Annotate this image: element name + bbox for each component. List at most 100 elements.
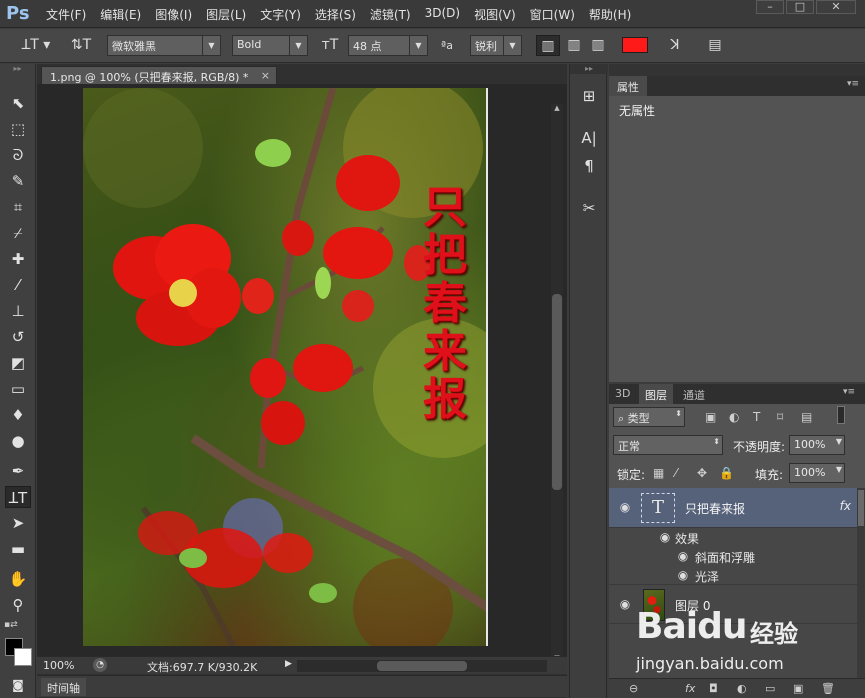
menu-image[interactable]: 图像(I)	[155, 6, 192, 23]
tab-layers[interactable]: 图层	[639, 384, 673, 404]
new-group-icon[interactable]: ▭	[765, 682, 775, 695]
eyedropper-tool-icon[interactable]: ⌿	[5, 222, 31, 244]
rectangle-tool-icon[interactable]: ▬	[5, 538, 31, 560]
type-tool-preset-icon[interactable]: ꓕT ▾	[16, 35, 56, 56]
visibility-eye-icon[interactable]: ◉	[617, 500, 633, 514]
panel-menu-icon[interactable]: ▾≡	[837, 384, 861, 404]
brush-tool-icon[interactable]: ⁄	[5, 274, 31, 296]
move-tool-icon[interactable]: ⬉	[5, 92, 31, 114]
delete-layer-icon[interactable]: 🗑	[821, 682, 835, 695]
layer-name[interactable]: 只把春来报	[685, 500, 745, 517]
pen-tool-icon[interactable]: ✒	[5, 460, 31, 482]
visibility-eye-icon[interactable]: ◉	[675, 549, 691, 563]
tool-presets-icon[interactable]: ✂	[576, 196, 602, 220]
adjustment-layer-icon[interactable]: ◐	[737, 682, 747, 695]
align-center-icon[interactable]: ▥	[562, 35, 586, 56]
paragraph-panel-icon[interactable]: ¶	[576, 154, 602, 178]
menu-filter[interactable]: 滤镜(T)	[370, 6, 411, 23]
font-family-select[interactable]: 微软雅黑 ▼	[107, 35, 221, 56]
share-icon[interactable]: ◔	[93, 658, 107, 672]
layer-name[interactable]: 图层 0	[675, 597, 710, 614]
character-panel-icon[interactable]: ▤	[704, 35, 726, 56]
align-right-icon[interactable]: ▥	[586, 35, 610, 56]
effects-row[interactable]: ◉ 效果	[609, 528, 857, 547]
lock-transparent-icon[interactable]: ▦	[653, 466, 664, 480]
filter-shape-icon[interactable]: ⌑	[777, 410, 783, 424]
type-tool-icon[interactable]: ꓕT	[5, 486, 31, 508]
effect-row-satin[interactable]: ◉ 光泽	[609, 566, 857, 585]
timeline-tab[interactable]: 时间轴	[41, 678, 86, 696]
filter-adjustment-icon[interactable]: ◐	[729, 410, 739, 424]
menu-view[interactable]: 视图(V)	[474, 6, 516, 23]
link-layers-icon[interactable]: ⊖	[629, 682, 638, 695]
opacity-field[interactable]: 100% ▼	[789, 435, 845, 455]
tab-3d[interactable]: 3D	[609, 384, 636, 404]
dodge-tool-icon[interactable]: ●	[5, 430, 31, 452]
zoom-tool-icon[interactable]: ⚲	[5, 594, 31, 616]
text-color-swatch[interactable]	[622, 37, 648, 53]
default-colors-icon[interactable]: ▪⇄	[4, 620, 18, 630]
layer-filter-select[interactable]: ⌕ 类型 ⬍	[613, 407, 685, 427]
menu-window[interactable]: 窗口(W)	[530, 6, 575, 23]
align-left-icon[interactable]: ▥	[536, 35, 560, 56]
properties-tab[interactable]: 属性	[609, 76, 647, 96]
background-color-swatch[interactable]	[14, 648, 32, 666]
gradient-tool-icon[interactable]: ▭	[5, 378, 31, 400]
minimize-button[interactable]: –	[756, 0, 784, 14]
layer-list-scrollbar[interactable]	[857, 488, 865, 678]
effect-row-bevel[interactable]: ◉ 斜面和浮雕	[609, 547, 857, 566]
canvas-vertical-text[interactable]: 只把春来报	[420, 184, 470, 424]
blur-tool-icon[interactable]: ♦	[5, 404, 31, 426]
clone-stamp-tool-icon[interactable]: ⊥	[5, 300, 31, 322]
character-panel-icon[interactable]: A|	[576, 126, 602, 150]
zoom-level[interactable]: 100%	[43, 659, 74, 672]
menu-help[interactable]: 帮助(H)	[589, 6, 631, 23]
scroll-up-icon[interactable]: ▲	[551, 104, 563, 114]
font-size-select[interactable]: 48 点 ▼	[348, 35, 428, 56]
menu-type[interactable]: 文字(Y)	[260, 6, 301, 23]
maximize-button[interactable]: □	[786, 0, 814, 14]
panel-grip-bar[interactable]	[609, 64, 865, 76]
tab-channels[interactable]: 通道	[677, 384, 711, 404]
lock-paint-icon[interactable]: ⁄	[675, 466, 677, 480]
vertical-scrollbar[interactable]: ▲ ▼	[551, 104, 563, 664]
quick-select-tool-icon[interactable]: ✎	[5, 170, 31, 192]
quick-mask-icon[interactable]: ◙	[5, 674, 31, 696]
visibility-eye-icon[interactable]: ◉	[657, 530, 673, 544]
lasso-tool-icon[interactable]: ᘐ	[5, 144, 31, 166]
blend-mode-select[interactable]: 正常 ⬍	[613, 435, 723, 455]
crop-tool-icon[interactable]: ⌗	[5, 196, 31, 218]
lock-position-icon[interactable]: ✥	[697, 466, 707, 480]
healing-brush-tool-icon[interactable]: ✚	[5, 248, 31, 270]
close-button[interactable]: ✕	[816, 0, 856, 14]
layer-row-text[interactable]: ◉ T 只把春来报 fx	[609, 488, 857, 528]
close-tab-icon[interactable]: ×	[261, 69, 270, 82]
layer-row-image[interactable]: ◉ 图层 0	[609, 584, 857, 624]
hand-tool-icon[interactable]: ✋	[5, 568, 31, 590]
marquee-tool-icon[interactable]: ⬚	[5, 118, 31, 140]
panel-grip-icon[interactable]: ▸▸	[0, 64, 35, 74]
canvas-background[interactable]: 只把春来报 ▲ ▼	[37, 84, 567, 664]
filter-pixel-icon[interactable]: ▣	[705, 410, 716, 424]
history-panel-icon[interactable]: ⊞	[576, 84, 602, 108]
layer-list-scroll-thumb[interactable]	[858, 490, 864, 526]
filter-type-icon[interactable]: T	[753, 410, 760, 424]
fill-field[interactable]: 100% ▼	[789, 463, 845, 483]
menu-select[interactable]: 选择(S)	[315, 6, 356, 23]
status-menu-arrow-icon[interactable]: ▶	[285, 659, 292, 669]
add-mask-icon[interactable]: ◘	[709, 682, 718, 695]
menu-layer[interactable]: 图层(L)	[206, 6, 246, 23]
horizontal-scroll-thumb[interactable]	[377, 661, 467, 671]
history-brush-tool-icon[interactable]: ↺	[5, 326, 31, 348]
new-layer-icon[interactable]: ▣	[793, 682, 803, 695]
document-tab[interactable]: 1.png @ 100% (只把春来报, RGB/8) * ×	[41, 66, 277, 84]
canvas-image[interactable]: 只把春来报	[83, 88, 488, 646]
warp-text-icon[interactable]: ꓘ	[664, 35, 686, 56]
toggle-text-orientation-icon[interactable]: ⇅T	[70, 35, 92, 56]
lock-all-icon[interactable]: 🔒	[719, 466, 734, 480]
menu-3d[interactable]: 3D(D)	[425, 6, 460, 23]
antialias-select[interactable]: 锐利 ▼	[470, 35, 522, 56]
horizontal-scrollbar[interactable]	[297, 660, 547, 672]
filter-toggle-switch[interactable]	[837, 406, 845, 424]
menu-file[interactable]: 文件(F)	[46, 6, 86, 23]
